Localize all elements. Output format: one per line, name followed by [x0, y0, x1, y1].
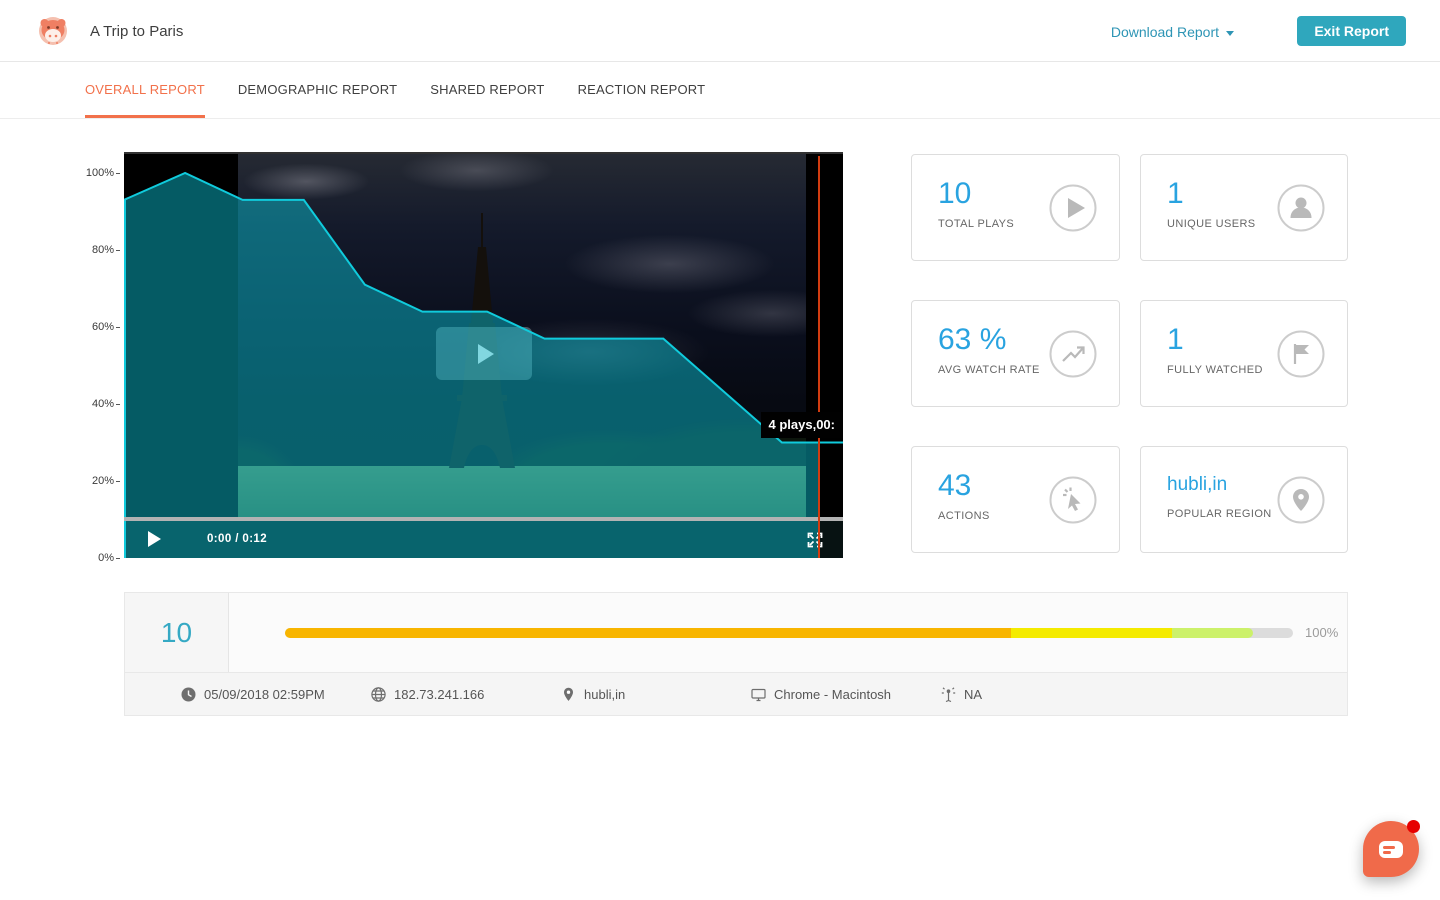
- page-title: A Trip to Paris: [90, 23, 183, 40]
- chat-bubble-icon: [1379, 841, 1403, 858]
- user-circle-icon: [1277, 184, 1325, 232]
- report-tabbar: OVERALL REPORT DEMOGRAPHIC REPORT SHARED…: [0, 62, 1440, 119]
- clock-icon: [181, 687, 196, 702]
- session-ip: 182.73.241.166: [371, 687, 561, 702]
- session-play-count: 10: [125, 593, 229, 672]
- download-report-button[interactable]: Download Report: [1111, 24, 1234, 40]
- y-axis-label: 40%: [92, 396, 120, 412]
- session-browser-text: Chrome - Macintosh: [774, 687, 891, 702]
- broadcast-icon: [941, 687, 956, 702]
- session-ip-text: 182.73.241.166: [394, 687, 484, 702]
- watch-percent-label: 100%: [1305, 625, 1338, 640]
- click-circle-icon: [1049, 476, 1097, 524]
- hippo-logo: [38, 16, 68, 46]
- stat-card-fully-watched: 1 FULLY WATCHED: [1140, 300, 1348, 407]
- watch-bar-area: 100%: [229, 593, 1347, 672]
- watch-bar-segment: [1172, 628, 1253, 638]
- play-button[interactable]: [148, 531, 161, 547]
- big-play-button[interactable]: [436, 327, 532, 380]
- tab-reaction-report[interactable]: REACTION REPORT: [578, 62, 706, 118]
- session-browser: Chrome - Macintosh: [751, 687, 941, 702]
- session-source: NA: [941, 687, 1131, 702]
- top-bar: A Trip to Paris Download Report Exit Rep…: [0, 0, 1440, 62]
- viewer-sessions-panel: 10 100% 05/09/2018 02:59PM: [124, 592, 1348, 716]
- watch-bar: [285, 628, 1293, 638]
- trend-circle-icon: [1049, 330, 1097, 378]
- session-source-text: NA: [964, 687, 982, 702]
- stat-card-total-plays: 10 TOTAL PLAYS: [911, 154, 1120, 261]
- session-location: hubli,in: [561, 687, 751, 702]
- controlbar-content: 0:00 / 0:12: [124, 521, 843, 558]
- pin-icon: [561, 687, 576, 702]
- notification-dot: [1407, 820, 1420, 833]
- y-axis-label: 80%: [92, 242, 120, 258]
- tab-demographic-report[interactable]: DEMOGRAPHIC REPORT: [238, 62, 397, 118]
- viewer-session-row[interactable]: 10 100%: [125, 593, 1347, 672]
- video-player: 100%80%60%40%20%0%: [124, 152, 843, 558]
- download-report-label: Download Report: [1111, 24, 1219, 40]
- play-triangle-icon: [478, 344, 494, 364]
- playhead-marker[interactable]: [818, 156, 820, 558]
- y-axis-label: 100%: [86, 165, 120, 181]
- y-axis-label: 60%: [92, 319, 120, 335]
- exit-report-button[interactable]: Exit Report: [1297, 16, 1406, 46]
- globe-icon: [371, 687, 386, 702]
- play-circle-icon: [1049, 184, 1097, 232]
- chat-widget-button[interactable]: [1363, 821, 1419, 877]
- tab-shared-report[interactable]: SHARED REPORT: [430, 62, 544, 118]
- watch-bar-segment: [285, 628, 1011, 638]
- y-axis-label: 0%: [98, 550, 120, 566]
- pin-circle-icon: [1277, 476, 1325, 524]
- y-axis-label: 20%: [92, 473, 120, 489]
- session-location-text: hubli,in: [584, 687, 625, 702]
- caret-down-icon: [1226, 31, 1234, 36]
- monitor-icon: [751, 687, 766, 702]
- stat-card-actions: 43 ACTIONS: [911, 446, 1120, 553]
- stat-card-unique-users: 1 UNIQUE USERS: [1140, 154, 1348, 261]
- session-timestamp: 05/09/2018 02:59PM: [181, 687, 371, 702]
- flag-circle-icon: [1277, 330, 1325, 378]
- viewer-session-details: 05/09/2018 02:59PM 182.73.241.166 hub: [125, 672, 1347, 715]
- session-timestamp-text: 05/09/2018 02:59PM: [204, 687, 325, 702]
- watch-bar-segment: [1011, 628, 1172, 638]
- stat-card-avg-watch-rate: 63 % AVG WATCH RATE: [911, 300, 1120, 407]
- chart-y-axis: 100%80%60%40%20%0%: [54, 154, 124, 558]
- tab-overall-report[interactable]: OVERALL REPORT: [85, 62, 205, 118]
- chart-tooltip: 4 plays,00:: [761, 412, 844, 438]
- fullscreen-icon[interactable]: [806, 531, 824, 549]
- time-display: 0:00 / 0:12: [207, 533, 267, 545]
- stat-card-popular-region: hubli,in POPULAR REGION: [1140, 446, 1348, 553]
- stats-grid: 10 TOTAL PLAYS 1 UNIQUE USERS 63 % AVG W…: [911, 154, 1348, 553]
- report-content: 100% 80% 60% 40% 20% 0%: [0, 119, 1440, 900]
